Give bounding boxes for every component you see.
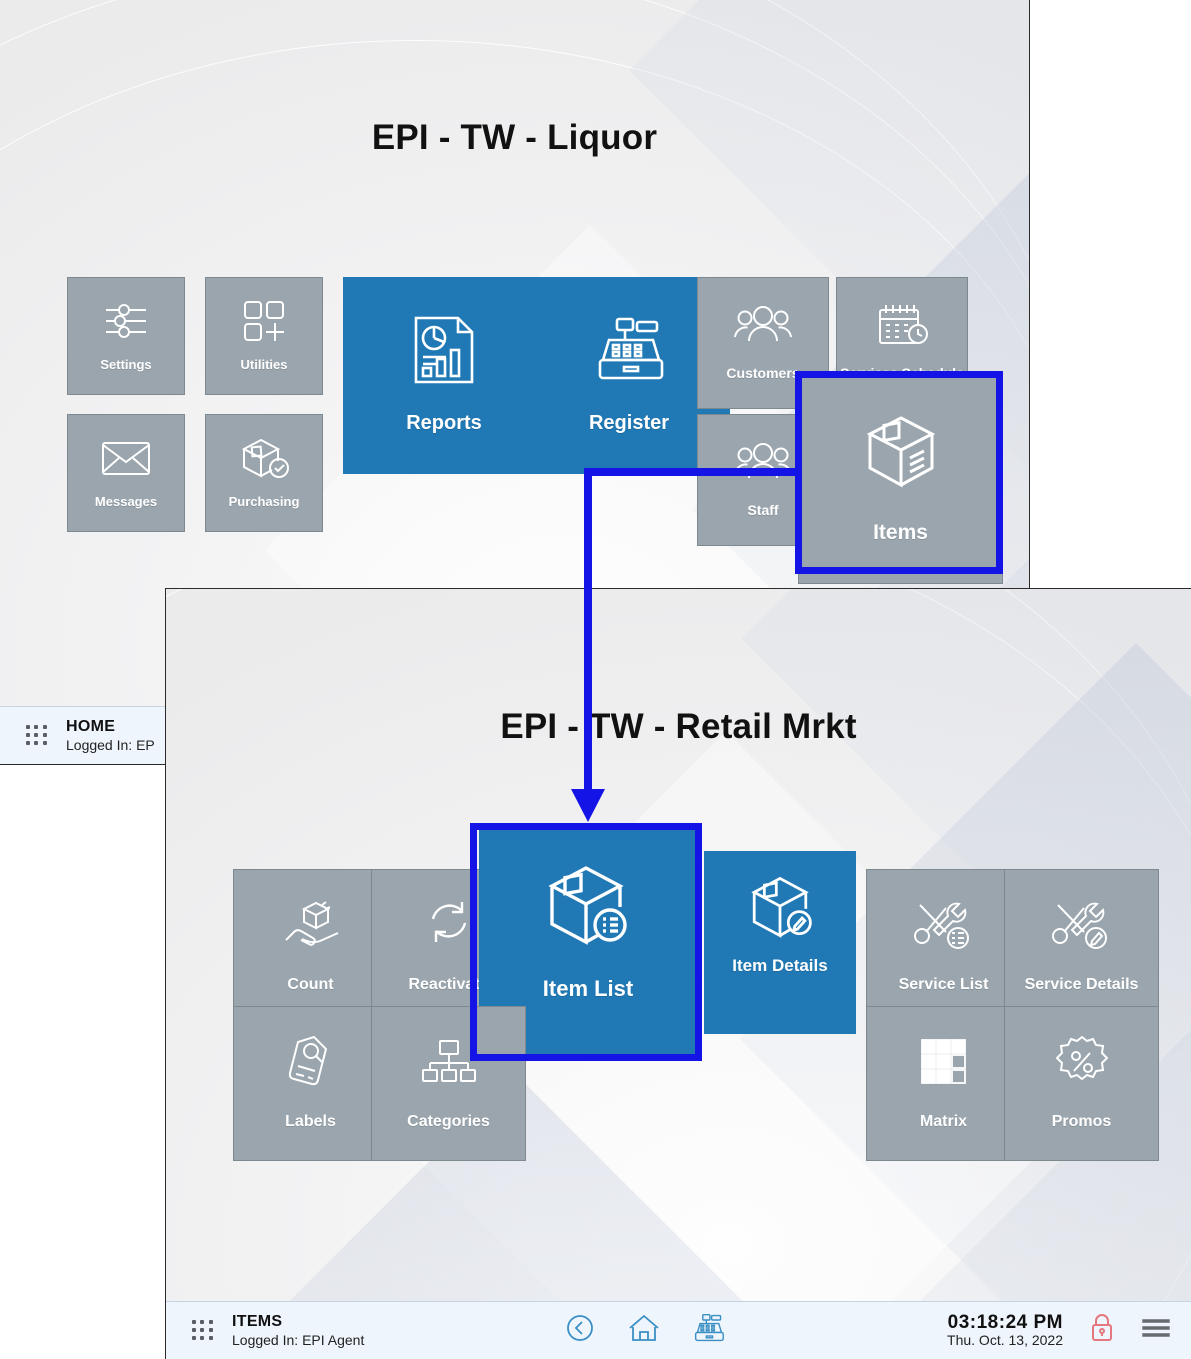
box-icon <box>799 401 1002 505</box>
footer-meta: ITEMS Logged In: EPI Agent <box>232 1313 364 1347</box>
footer-clock: 03:18:24 PM <box>947 1312 1063 1334</box>
hand-box-icon <box>234 886 387 964</box>
tile-matrix[interactable]: Matrix <box>866 1006 1021 1161</box>
footer-user-value: EPI Agent <box>302 1331 365 1348</box>
percent-badge-icon <box>1005 1023 1158 1101</box>
hamburger-menu-icon[interactable] <box>1141 1317 1171 1344</box>
home-icon[interactable] <box>627 1312 661 1349</box>
box-check-icon <box>206 427 322 489</box>
box-edit-icon <box>705 868 855 946</box>
tile-label: Service Details <box>1024 976 1139 993</box>
tile-settings[interactable]: Settings <box>67 277 185 395</box>
tile-label: Item Details <box>732 956 828 975</box>
tile-label: Item List <box>542 976 634 1001</box>
app-switcher-icon[interactable] <box>192 1319 214 1342</box>
tile-promos[interactable]: Promos <box>1004 1006 1159 1161</box>
back-icon[interactable] <box>565 1313 595 1348</box>
tile-label: Messages <box>94 494 158 509</box>
page-title-liquor: EPI - TW - Liquor <box>371 118 658 157</box>
footer-bar-retail: ITEMS Logged In: EPI Agent 03:18:24 PM T… <box>166 1301 1191 1359</box>
tile-count[interactable]: Count <box>233 869 388 1024</box>
tile-label: Register <box>588 412 670 434</box>
footer-user: Logged In: EP <box>66 737 155 753</box>
page-title-retail: EPI - TW - Retail Mrkt <box>500 707 857 746</box>
tag-search-icon <box>234 1023 387 1101</box>
tile-label: Count <box>287 976 334 993</box>
footer-user-label: Logged In: <box>66 736 133 753</box>
lock-icon[interactable] <box>1089 1313 1115 1348</box>
footer-clock-block: 03:18:24 PM Thu. Oct. 13, 2022 <box>947 1312 1063 1349</box>
tile-service-details[interactable]: Service Details <box>1004 869 1159 1024</box>
tile-messages[interactable]: Messages <box>67 414 185 532</box>
calendar-clock-icon <box>837 292 967 358</box>
footer-user: Logged In: EPI Agent <box>232 1332 364 1348</box>
screenshot-stage: EPI - TW - Liquor Settings Utilities Rep… <box>0 0 1191 1359</box>
footer-date: Thu. Oct. 13, 2022 <box>947 1332 1063 1349</box>
envelope-icon <box>68 427 184 489</box>
tile-label: Matrix <box>919 1113 968 1130</box>
tile-labels[interactable]: Labels <box>233 1006 388 1161</box>
tools-edit-icon <box>1005 886 1158 964</box>
tile-label: Staff <box>747 502 779 518</box>
footer-nav <box>565 1312 725 1349</box>
tile-utilities[interactable]: Utilities <box>205 277 323 395</box>
tile-items[interactable]: Items <box>798 374 1003 584</box>
tile-purchasing[interactable]: Purchasing <box>205 414 323 532</box>
tile-label: Items <box>873 521 928 544</box>
tile-reports[interactable]: Reports <box>343 277 545 474</box>
tools-list-icon <box>867 886 1020 964</box>
footer-user-value: EP <box>136 736 155 753</box>
sliders-icon <box>68 290 184 352</box>
tile-label: Categories <box>407 1113 490 1130</box>
tile-label: Reports <box>406 412 482 434</box>
tile-label: Purchasing <box>228 494 300 509</box>
tile-service-list[interactable]: Service List <box>866 869 1021 1024</box>
register-icon[interactable] <box>693 1312 725 1349</box>
matrix-grid-icon <box>867 1023 1020 1101</box>
tile-label: Customers <box>726 365 800 381</box>
people-icon <box>698 292 828 358</box>
window-retail-mrkt: EPI - TW - Retail Mrkt Count Reactivate … <box>165 588 1191 1359</box>
footer-right: 03:18:24 PM Thu. Oct. 13, 2022 <box>947 1312 1171 1349</box>
tile-label: Utilities <box>240 357 288 372</box>
box-list-icon <box>480 857 696 961</box>
report-chart-icon <box>344 302 544 398</box>
tile-label: Promos <box>1051 1113 1112 1130</box>
tile-label: Labels <box>285 1113 336 1130</box>
footer-title: ITEMS <box>232 1313 283 1331</box>
footer-meta: HOME Logged In: EP <box>66 718 155 752</box>
tile-item-details[interactable]: Item Details <box>704 851 856 1034</box>
grid-plus-icon <box>206 290 322 352</box>
tile-categories[interactable]: Categories <box>371 1006 526 1161</box>
tile-label: Settings <box>100 357 152 372</box>
footer-title: HOME <box>66 718 116 736</box>
footer-user-label: Logged In: <box>232 1331 299 1348</box>
app-switcher-icon[interactable] <box>26 724 48 747</box>
hierarchy-icon <box>372 1023 525 1101</box>
tile-label: Service List <box>898 976 989 993</box>
